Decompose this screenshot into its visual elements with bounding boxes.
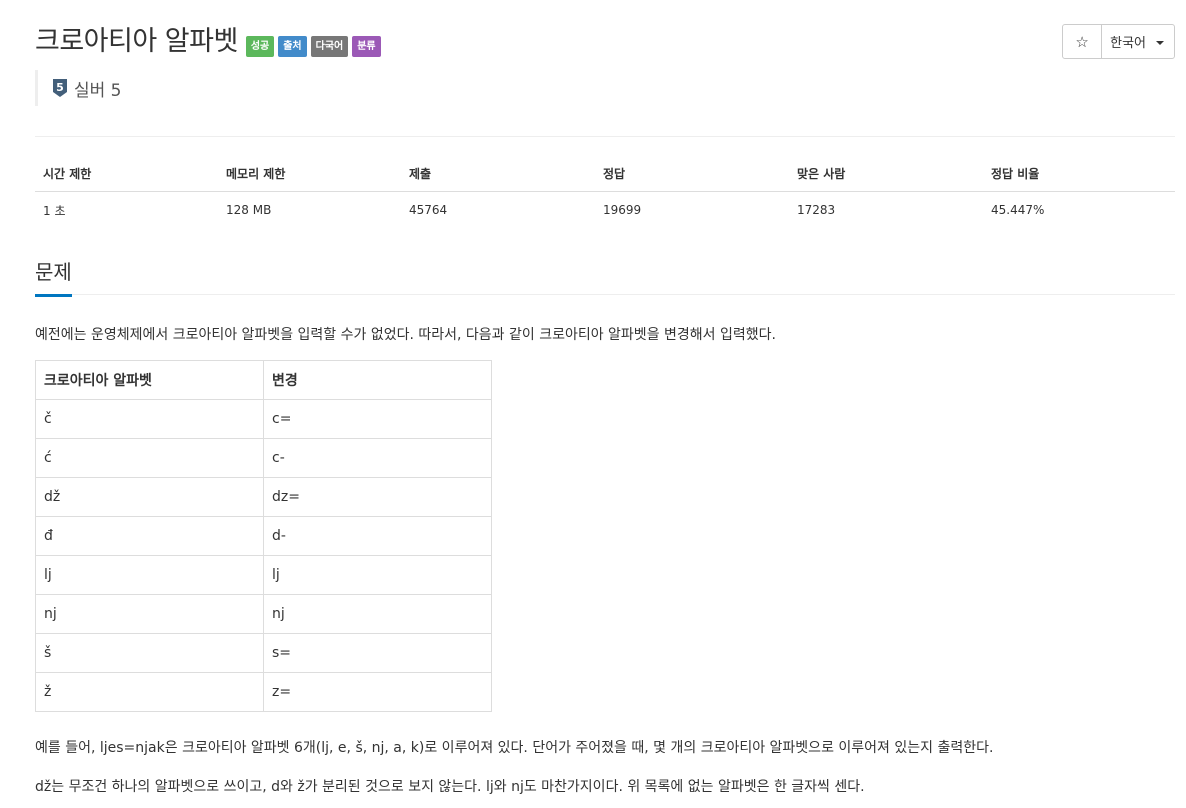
alphabet-letter: lj	[35, 555, 264, 595]
alphabet-letter: ć	[35, 438, 264, 478]
alphabet-replacement: dz=	[263, 477, 492, 517]
alphabet-header-changed: 변경	[263, 360, 492, 400]
info-value-row: 1 초 128 MB 45764 19699 17283 45.447%	[35, 192, 1175, 229]
info-header-memory-limit: 메모리 제한	[218, 155, 401, 192]
info-value-time-limit: 1 초	[43, 203, 66, 218]
table-row: ć c-	[35, 438, 492, 478]
alphabet-replacement: c-	[263, 438, 492, 478]
alphabet-replacement: s=	[263, 633, 492, 673]
table-row: č c=	[35, 399, 492, 439]
problem-title: 크로아티아 알파벳	[35, 26, 238, 57]
table-row: š s=	[35, 633, 492, 673]
alphabet-letter: š	[35, 633, 264, 673]
tier-badge-number: 5	[56, 81, 64, 94]
alphabet-letter: č	[35, 399, 264, 439]
alphabet-replacement: lj	[263, 555, 492, 595]
info-header-row: 시간 제한 메모리 제한 제출 정답 맞은 사람 정답 비율	[35, 155, 1175, 192]
label-success[interactable]: 성공	[245, 35, 275, 57]
alphabet-header-croatian: 크로아티아 알파벳	[35, 360, 264, 400]
info-value-submissions: 45764	[409, 203, 448, 217]
description-example: 예를 들어, ljes=njak은 크로아티아 알파벳 6개(lj, e, š,…	[35, 740, 994, 756]
alphabet-table: 크로아티아 알파벳 변경 č c= ć c- dž dz= đ d- lj lj…	[35, 360, 492, 712]
alphabet-letter: ž	[35, 672, 264, 712]
language-label: 한국어	[1110, 36, 1146, 51]
table-row: dž dz=	[35, 477, 492, 517]
table-row: lj lj	[35, 555, 492, 595]
section-header: 문제	[35, 256, 1175, 297]
problem-actions: ☆ 한국어	[1062, 24, 1175, 59]
problem-info-table: 시간 제한 메모리 제한 제출 정답 맞은 사람 정답 비율 1 초 128 M…	[35, 155, 1175, 228]
problem-labels: 성공 출처 다국어 분류	[245, 35, 381, 57]
label-multilingual[interactable]: 다국어	[310, 35, 349, 57]
table-row: ž z=	[35, 672, 492, 712]
info-header-solvers: 맞은 사람	[789, 155, 983, 192]
info-header-time-limit: 시간 제한	[35, 155, 218, 192]
table-row: đ d-	[35, 516, 492, 556]
info-header-accepted: 정답	[595, 155, 789, 192]
table-row: nj nj	[35, 594, 492, 634]
tier-badge-icon: 5	[53, 79, 67, 97]
language-dropdown[interactable]: 한국어	[1102, 25, 1174, 58]
info-value-memory-limit: 128 MB	[226, 203, 272, 217]
description-intro: 예전에는 운영체제에서 크로아티아 알파벳을 입력할 수가 없었다. 따라서, …	[35, 327, 776, 343]
star-icon: ☆	[1075, 32, 1089, 51]
info-header-ratio: 정답 비율	[983, 155, 1175, 192]
alphabet-replacement: nj	[263, 594, 492, 634]
divider	[35, 136, 1175, 137]
info-value-solvers: 17283	[797, 203, 836, 217]
label-source[interactable]: 출처	[278, 35, 307, 57]
section-title: 문제	[35, 258, 72, 297]
label-category[interactable]: 분류	[352, 35, 381, 57]
alphabet-header-row: 크로아티아 알파벳 변경	[35, 360, 492, 400]
info-value-ratio: 45.447%	[991, 203, 1045, 217]
alphabet-letter: đ	[35, 516, 264, 556]
alphabet-letter: nj	[35, 594, 264, 634]
tier-row: 5 실버 5	[35, 70, 122, 106]
caret-down-icon	[1156, 40, 1164, 45]
alphabet-letter: dž	[35, 477, 264, 517]
alphabet-replacement: z=	[263, 672, 492, 712]
info-header-submissions: 제출	[401, 155, 595, 192]
tier-text: 실버 5	[74, 80, 122, 101]
description-note: dž는 무조건 하나의 알파벳으로 쓰이고, d와 ž가 분리된 것으로 보지 …	[35, 779, 865, 795]
info-value-accepted: 19699	[603, 203, 642, 217]
alphabet-replacement: d-	[263, 516, 492, 556]
favorite-star-button[interactable]: ☆	[1063, 25, 1103, 58]
alphabet-replacement: c=	[263, 399, 492, 439]
title-row: 크로아티아 알파벳 성공 출처 다국어 분류 ☆ 한국어	[35, 22, 1175, 62]
